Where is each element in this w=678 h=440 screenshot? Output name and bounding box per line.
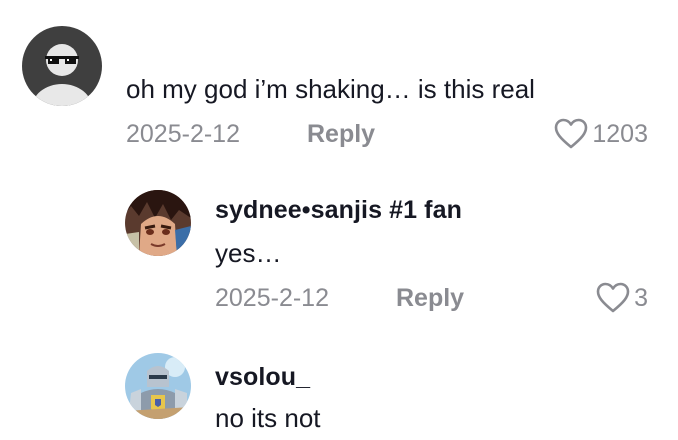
like-button[interactable]: 3 (596, 282, 648, 314)
armored-knight-icon (125, 353, 191, 419)
reply-item: vsolou_ no its not (0, 345, 678, 440)
reply-username[interactable]: vsolou_ (215, 363, 310, 392)
comment-text: oh my god i’m shaking… is this real (126, 74, 535, 104)
default-avatar-icon (22, 26, 102, 106)
comment-item: oh my god i’m shaking… is this real 2025… (0, 0, 678, 170)
reply-button[interactable]: Reply (307, 120, 375, 149)
reply-username[interactable]: sydnee•sanjis #1 fan (215, 196, 462, 225)
comment-date: 2025-2-12 (126, 120, 240, 148)
heart-icon (596, 282, 630, 313)
reply-button[interactable]: Reply (396, 284, 464, 313)
anime-character-icon (125, 190, 191, 256)
like-count: 3 (634, 283, 648, 312)
like-button[interactable]: 1203 (554, 118, 648, 150)
avatar[interactable] (125, 190, 191, 256)
heart-icon (555, 118, 588, 149)
avatar[interactable] (22, 26, 102, 106)
avatar[interactable] (125, 353, 191, 419)
reply-item: sydnee•sanjis #1 fan yes… 2025-2-12 Repl… (0, 180, 678, 330)
like-count: 1203 (592, 119, 648, 148)
reply-date: 2025-2-12 (215, 284, 329, 312)
reply-text: no its not (215, 403, 321, 433)
reply-text: yes… (215, 238, 282, 268)
